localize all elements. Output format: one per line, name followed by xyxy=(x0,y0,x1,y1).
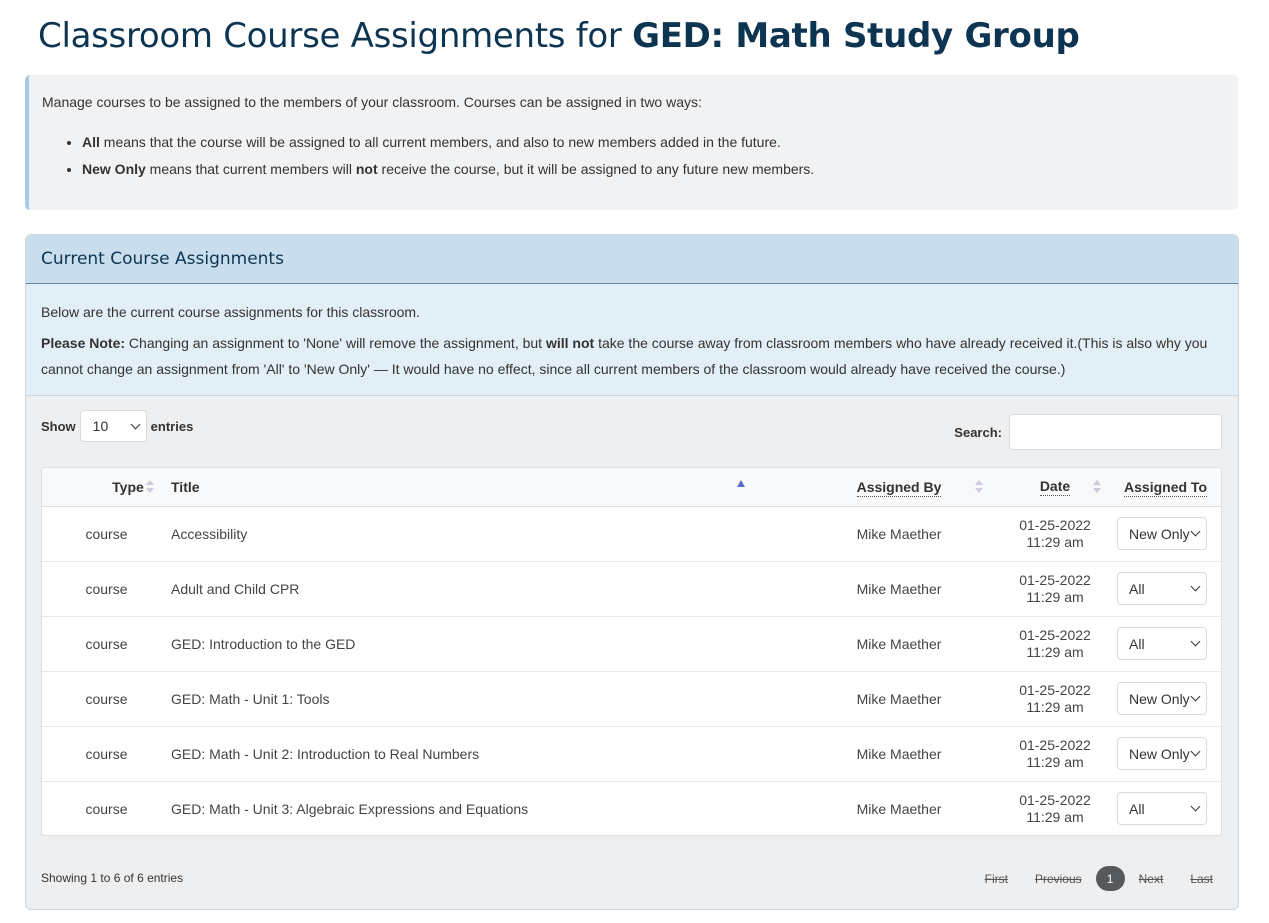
column-header-date[interactable]: Date xyxy=(994,468,1116,507)
entries-select[interactable]: 10 xyxy=(79,410,147,442)
search-input[interactable] xyxy=(1009,414,1222,450)
search-filter: Search: xyxy=(954,414,1222,450)
assigned-to-select[interactable]: New Only xyxy=(1117,737,1207,770)
assignment-types-list: All means that the course will be assign… xyxy=(42,134,1238,177)
info-intro: Manage courses to be assigned to the mem… xyxy=(42,94,702,110)
column-header-type[interactable]: Type xyxy=(42,468,171,507)
panel-title: Current Course Assignments xyxy=(26,235,1238,284)
table-row: course Adult and Child CPR Mike Maether … xyxy=(42,561,1221,616)
table-row: course GED: Math - Unit 2: Introduction … xyxy=(42,726,1221,781)
classroom-name: GED: Math Study Group xyxy=(632,16,1080,56)
chevron-down-icon xyxy=(1190,691,1201,702)
course-assignments-panel: Current Course Assignments Below are the… xyxy=(25,234,1239,910)
info-item-new-only: New Only means that current members will… xyxy=(82,161,1238,177)
pagination-last[interactable]: Last xyxy=(1190,872,1213,886)
pagination-next[interactable]: Next xyxy=(1139,872,1164,886)
table-row: course GED: Introduction to the GED Mike… xyxy=(42,616,1221,671)
pagination-first[interactable]: First xyxy=(985,872,1008,886)
assigned-to-select[interactable]: All xyxy=(1117,792,1207,826)
sort-ascending-icon xyxy=(737,480,745,487)
entries-length: Show 10 entries xyxy=(41,410,193,442)
table-controls: Show 10 entries Search: xyxy=(26,396,1238,468)
info-item-all: All means that the course will be assign… xyxy=(82,134,1238,150)
chevron-down-icon xyxy=(1190,636,1201,647)
panel-description: Below are the current course assignments… xyxy=(26,284,1238,396)
sort-icon xyxy=(1093,480,1101,494)
assigned-to-select[interactable]: New Only xyxy=(1117,517,1207,550)
column-header-assigned-by[interactable]: Assigned By xyxy=(804,468,994,507)
table-header-row: Type Title Assigned By Date Assigned To xyxy=(42,468,1221,507)
table-row: course GED: Math - Unit 1: Tools Mike Ma… xyxy=(42,671,1221,726)
search-label: Search: xyxy=(954,424,1002,440)
pagination: First Previous 1 Next Last xyxy=(958,866,1213,891)
assignments-table: Type Title Assigned By Date Assigned To … xyxy=(41,467,1222,836)
table-info: Showing 1 to 6 of 6 entries xyxy=(41,871,184,885)
chevron-down-icon xyxy=(1190,581,1201,592)
sort-icon xyxy=(146,480,154,494)
please-note: Please Note: Changing an assignment to '… xyxy=(41,335,1208,377)
page-title: Classroom Course Assignments for GED: Ma… xyxy=(38,16,1080,56)
info-box: Manage courses to be assigned to the mem… xyxy=(25,75,1238,210)
assigned-to-select[interactable]: All xyxy=(1117,627,1207,660)
chevron-down-icon xyxy=(130,419,141,429)
assigned-to-select[interactable]: All xyxy=(1117,572,1207,605)
chevron-down-icon xyxy=(1190,746,1201,757)
table-row: course GED: Math - Unit 3: Algebraic Exp… xyxy=(42,781,1221,835)
column-header-assigned-to[interactable]: Assigned To xyxy=(1116,468,1221,507)
assigned-to-select[interactable]: New Only xyxy=(1117,682,1207,715)
sort-icon xyxy=(975,480,983,494)
chevron-down-icon xyxy=(1190,526,1201,537)
pagination-page-1[interactable]: 1 xyxy=(1095,866,1125,891)
pagination-previous[interactable]: Previous xyxy=(1035,872,1082,886)
chevron-down-icon xyxy=(1190,801,1201,812)
column-header-title[interactable]: Title xyxy=(171,468,804,507)
table-row: course Accessibility Mike Maether 01-25-… xyxy=(42,506,1221,561)
